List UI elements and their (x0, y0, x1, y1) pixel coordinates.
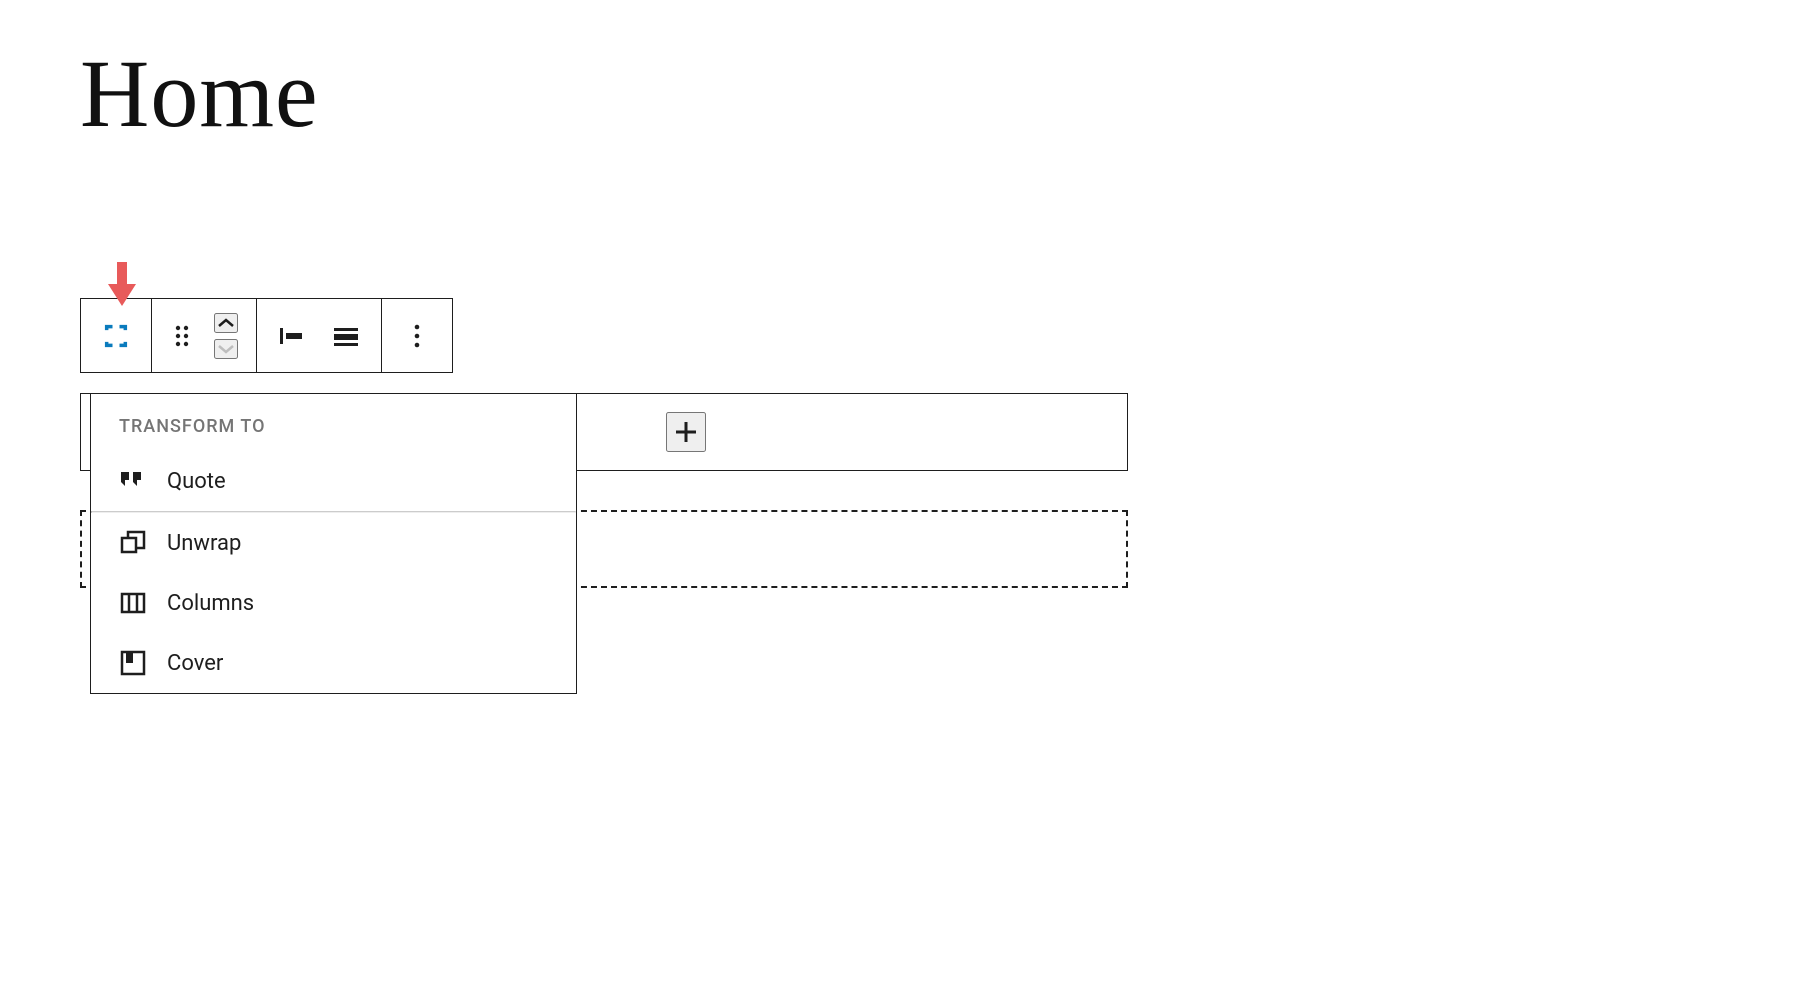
option-label: Quote (167, 469, 226, 494)
transform-option-quote[interactable]: Quote (91, 451, 576, 511)
toolbar-group-more (382, 299, 452, 372)
align-left-icon (278, 322, 306, 350)
drag-icon (168, 322, 196, 350)
cover-icon (119, 649, 147, 677)
option-label: Columns (167, 591, 254, 616)
transform-option-columns[interactable]: Columns (91, 573, 576, 633)
separator-block-icon (102, 322, 130, 350)
move-stack (204, 299, 248, 372)
toolbar-group-move (152, 299, 257, 372)
columns-icon (119, 589, 147, 617)
toolbar-group-block-type (81, 299, 152, 372)
align-left-button[interactable] (265, 299, 319, 372)
option-label: Unwrap (167, 531, 241, 556)
page-title: Home (80, 38, 319, 149)
dropdown-header: TRANSFORM TO (91, 394, 576, 451)
transform-dropdown: TRANSFORM TO Quote Unwrap Colum (90, 393, 577, 694)
transform-option-cover[interactable]: Cover (91, 633, 576, 693)
move-up-button[interactable] (214, 313, 238, 333)
more-options-button[interactable] (390, 299, 444, 372)
unwrap-icon (119, 529, 147, 557)
block-type-button[interactable] (89, 299, 143, 372)
plus-icon (672, 418, 700, 446)
add-block-button[interactable] (666, 412, 706, 452)
align-wide-icon (332, 322, 360, 350)
more-vertical-icon (403, 322, 431, 350)
chevron-down-icon (216, 343, 236, 355)
toolbar-group-align (257, 299, 382, 372)
chevron-up-icon (216, 317, 236, 329)
quote-icon (119, 467, 147, 495)
arrow-indicator (108, 262, 136, 306)
option-label: Cover (167, 651, 223, 676)
block-toolbar (80, 298, 453, 373)
align-wide-button[interactable] (319, 299, 373, 372)
move-down-button[interactable] (214, 339, 238, 359)
drag-handle-button[interactable] (160, 299, 204, 372)
transform-option-unwrap[interactable]: Unwrap (91, 513, 576, 573)
